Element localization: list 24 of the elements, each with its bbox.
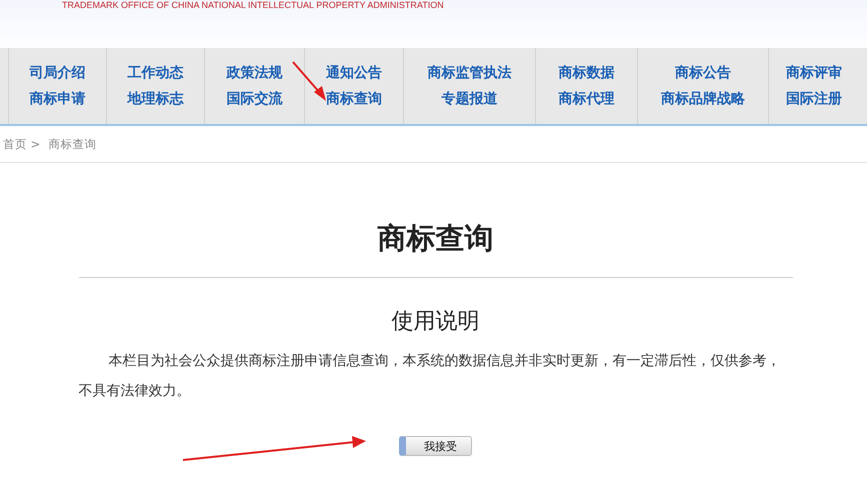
section-title: 使用说明: [392, 308, 480, 336]
nav-link[interactable]: 商标数据: [558, 64, 614, 82]
nav-link[interactable]: 国际交流: [226, 90, 282, 108]
header-subtitle: TRADEMARK OFFICE OF CHINA NATIONAL INTELLECTUAL PROPERTY ADMINISTRATION: [62, 0, 444, 10]
nav-link[interactable]: 政策法规: [226, 64, 282, 82]
breadcrumb-link[interactable]: 首页 >: [3, 136, 40, 152]
nav-link[interactable]: 国际注册: [786, 90, 842, 108]
nav-link[interactable]: 商标品牌战略: [661, 90, 745, 108]
usage-paragraph: 本栏目为社会公众提供商标注册申请信息查询，本系统的数据信息并非实时更新，有一定滞后性，仅供参考，不具有法律效力。: [78, 352, 782, 401]
nav-link[interactable]: 地理标志: [128, 90, 184, 108]
arrow-annotation: [292, 61, 326, 101]
accept-button[interactable]: 我接受: [399, 436, 472, 456]
nav-link[interactable]: 商标评审: [786, 64, 842, 82]
breadcrumb-link[interactable]: 商标查询: [48, 136, 96, 152]
nav-link[interactable]: 工作动态: [128, 64, 184, 82]
nav-link[interactable]: 商标监管执法: [428, 64, 512, 82]
nav-link[interactable]: 商标代理: [558, 90, 614, 108]
nav-link[interactable]: 通知公告: [326, 64, 382, 82]
nav-link[interactable]: 专题报道: [442, 90, 498, 108]
nav-link[interactable]: 商标申请: [30, 90, 86, 108]
nav-link[interactable]: 司局介绍: [30, 64, 86, 82]
nav-link[interactable]: 商标公告: [675, 64, 731, 82]
nav-link[interactable]: 商标查询: [326, 90, 382, 108]
page-title: 商标查询: [378, 220, 494, 257]
